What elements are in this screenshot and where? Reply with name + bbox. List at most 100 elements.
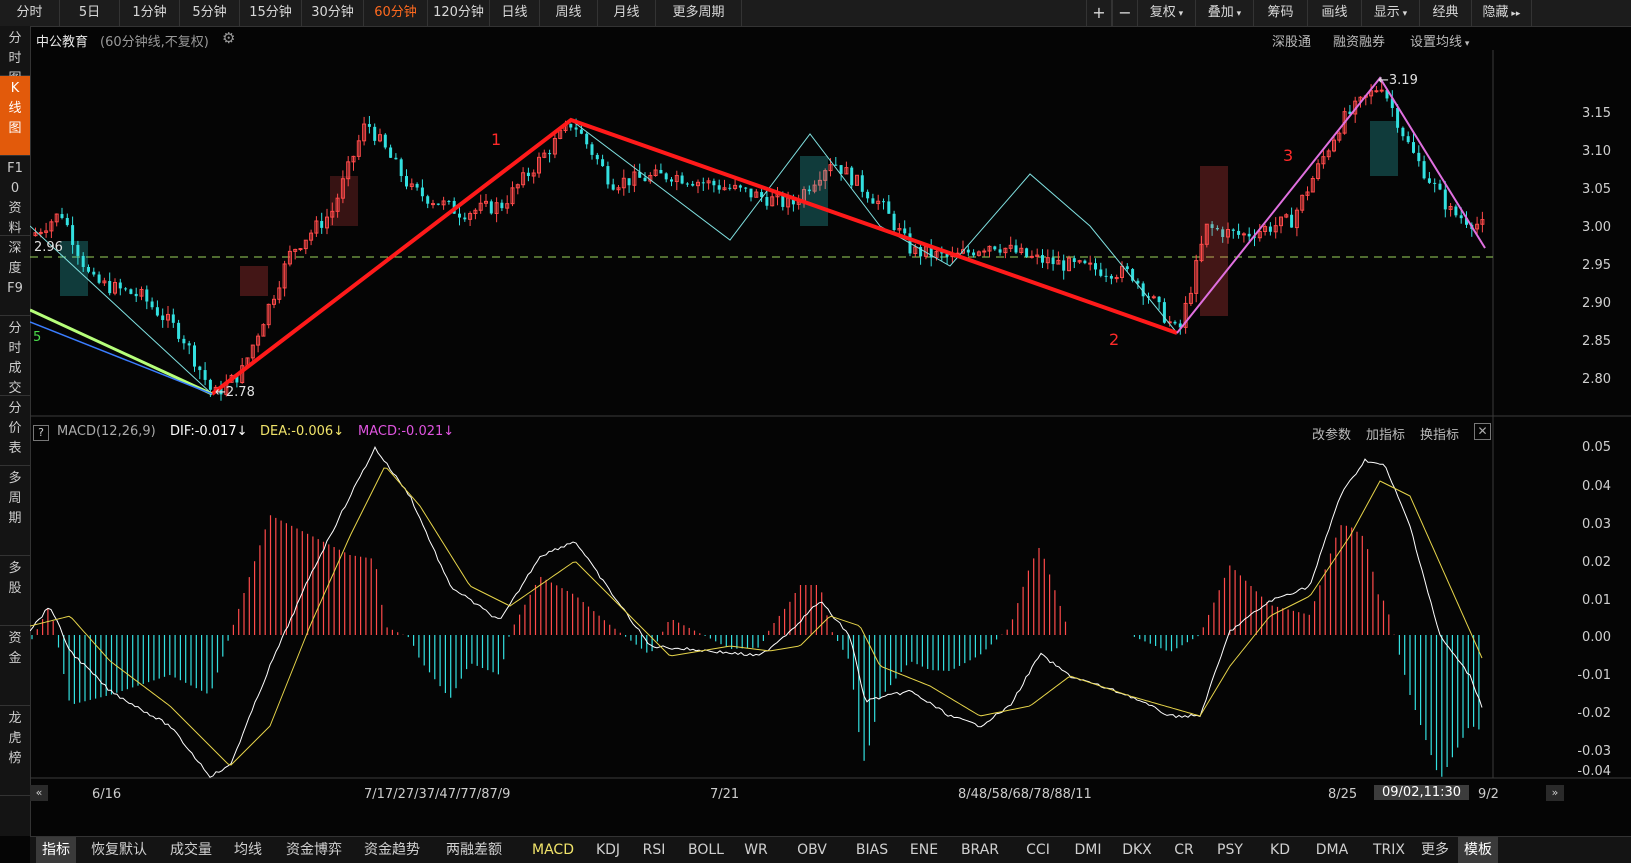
indicator-tab-1[interactable]: 恢复默认 bbox=[86, 837, 152, 863]
candle-body bbox=[1109, 275, 1113, 279]
period-tab-5[interactable]: 30分钟 bbox=[302, 0, 364, 26]
indicator-tab-15[interactable]: BRAR bbox=[954, 837, 1006, 863]
indicator-tab-19[interactable]: CR bbox=[1166, 837, 1202, 863]
sidebar-item-7[interactable]: 多股 bbox=[0, 556, 30, 626]
switch-indicator-link[interactable]: 换指标 bbox=[1420, 424, 1459, 443]
low-price-value: 2.78 bbox=[225, 385, 255, 400]
candle-body bbox=[1029, 255, 1034, 258]
sidebar-item-8[interactable]: 资金 bbox=[0, 626, 30, 706]
candle-body bbox=[161, 315, 165, 321]
sidebar-item-4[interactable]: 分时成交 bbox=[0, 316, 30, 396]
change-params-link[interactable]: 改参数 bbox=[1312, 424, 1351, 443]
candle-body bbox=[97, 274, 101, 283]
help-icon[interactable]: ? bbox=[33, 425, 49, 441]
sidebar-item-3[interactable]: 深度F9 bbox=[0, 236, 30, 316]
candle-body bbox=[399, 159, 403, 177]
indicator-tab-5[interactable]: 资金趋势 bbox=[360, 837, 424, 863]
scroll-left-icon[interactable]: « bbox=[30, 785, 48, 801]
period-tab-4[interactable]: 15分钟 bbox=[240, 0, 302, 26]
period-tab-7[interactable]: 120分钟 bbox=[428, 0, 490, 26]
toolbar-btn-0[interactable]: 复权 ▾ bbox=[1138, 0, 1196, 26]
toolbar-btn-1[interactable]: 叠加 ▾ bbox=[1196, 0, 1254, 26]
indicator-tab-9[interactable]: RSI bbox=[636, 837, 672, 863]
candle-body bbox=[129, 289, 133, 294]
indicator-tab-4[interactable]: 资金博弈 bbox=[282, 837, 346, 863]
macd-tick: 0.00 bbox=[1582, 630, 1611, 645]
indicator-tab-12[interactable]: OBV bbox=[790, 837, 834, 863]
indicator-tab-21[interactable]: KD bbox=[1262, 837, 1298, 863]
candlestick-series bbox=[33, 82, 1485, 401]
plus-icon[interactable]: + bbox=[1086, 0, 1112, 26]
period-tab-8[interactable]: 日线 bbox=[490, 0, 540, 26]
period-tab-0[interactable]: 分时 bbox=[0, 0, 60, 26]
candle-body bbox=[712, 180, 716, 186]
toolbar-btn-5[interactable]: 经典 bbox=[1420, 0, 1472, 26]
macd-tick: -0.01 bbox=[1577, 668, 1611, 683]
indicator-tab-23[interactable]: TRIX bbox=[1366, 837, 1412, 863]
indicator-tab-18[interactable]: DKX bbox=[1116, 837, 1158, 863]
indicator-tab-20[interactable]: PSY bbox=[1212, 837, 1248, 863]
candle-body bbox=[1454, 206, 1458, 216]
close-icon[interactable]: ✕ bbox=[1474, 423, 1491, 440]
candle-body bbox=[65, 217, 69, 226]
price-tick: 3.10 bbox=[1582, 144, 1611, 159]
candle-body bbox=[1099, 269, 1103, 276]
indicator-tab-17[interactable]: DMI bbox=[1070, 837, 1106, 863]
indicator-tab-16[interactable]: CCI bbox=[1018, 837, 1058, 863]
toolbar-btn-label: 筹码 bbox=[1267, 5, 1294, 20]
indicator-tab-2[interactable]: 成交量 bbox=[166, 837, 216, 863]
period-tab-11[interactable]: 更多周期 bbox=[656, 0, 742, 26]
period-tab-9[interactable]: 周线 bbox=[540, 0, 598, 26]
sidebar-item-9[interactable]: 龙虎榜 bbox=[0, 706, 30, 796]
candle-body bbox=[627, 178, 631, 186]
toolbar-btn-3[interactable]: 画线 bbox=[1308, 0, 1362, 26]
sidebar-item-5[interactable]: 分价表 bbox=[0, 396, 30, 466]
scroll-right-icon[interactable]: » bbox=[1546, 785, 1564, 801]
period-tab-2[interactable]: 1分钟 bbox=[120, 0, 180, 26]
period-tab-6[interactable]: 60分钟 bbox=[364, 0, 428, 26]
indicator-tab-14[interactable]: ENE bbox=[904, 837, 944, 863]
candle-body bbox=[765, 196, 769, 206]
period-tab-1[interactable]: 5日 bbox=[60, 0, 120, 26]
candle-body bbox=[1427, 178, 1431, 183]
candle-body bbox=[405, 176, 408, 187]
chevron-down-icon: ▾ bbox=[1175, 9, 1184, 19]
sidebar-item-2[interactable]: F10资料 bbox=[0, 156, 30, 236]
highlight-zone bbox=[1200, 166, 1228, 316]
period-tab-10[interactable]: 月线 bbox=[598, 0, 656, 26]
toolbar-btn-2[interactable]: 筹码 bbox=[1254, 0, 1308, 26]
indicator-tab-25[interactable]: 模板 bbox=[1458, 837, 1498, 863]
minus-icon[interactable]: − bbox=[1112, 0, 1138, 26]
period-tab-3[interactable]: 5分钟 bbox=[180, 0, 240, 26]
indicator-tab-7[interactable]: MACD bbox=[526, 837, 580, 863]
toolbar-btn-6[interactable]: 隐藏 ▸▸ bbox=[1472, 0, 1532, 26]
arrow-down-icon: ↓ bbox=[443, 424, 455, 439]
add-indicator-link[interactable]: 加指标 bbox=[1366, 424, 1405, 443]
sidebar-item-1[interactable]: K线图 bbox=[0, 76, 30, 156]
candle-body bbox=[701, 182, 705, 184]
candle-body bbox=[155, 307, 159, 316]
macd-tick: 0.02 bbox=[1582, 555, 1611, 570]
candle-body bbox=[526, 172, 530, 177]
toolbar-btn-label: 复权 bbox=[1149, 5, 1176, 20]
indicator-tab-22[interactable]: DMA bbox=[1310, 837, 1354, 863]
candle-body bbox=[38, 231, 43, 234]
highlight-zone bbox=[1370, 121, 1398, 176]
indicator-tab-3[interactable]: 均线 bbox=[230, 837, 266, 863]
indicator-tab-11[interactable]: WR bbox=[734, 837, 778, 863]
macd-tick: 0.01 bbox=[1582, 593, 1611, 608]
candle-body bbox=[717, 185, 721, 190]
candle-body bbox=[579, 129, 583, 134]
candle-body bbox=[728, 187, 732, 189]
indicator-tab-6[interactable]: 两融差额 bbox=[442, 837, 506, 863]
indicator-tab-8[interactable]: KDJ bbox=[590, 837, 626, 863]
indicator-tab-24[interactable]: 更多 bbox=[1418, 837, 1452, 863]
sidebar-item-0[interactable]: 分时图 bbox=[0, 26, 30, 86]
indicator-tab-10[interactable]: BOLL bbox=[684, 837, 728, 863]
macd-histogram bbox=[31, 515, 1480, 777]
indicator-tab-13[interactable]: BIAS bbox=[848, 837, 896, 863]
candle-body bbox=[198, 366, 202, 371]
sidebar-item-6[interactable]: 多周期 bbox=[0, 466, 30, 556]
indicator-tab-0[interactable]: 指标 bbox=[36, 837, 76, 863]
toolbar-btn-4[interactable]: 显示 ▾ bbox=[1362, 0, 1420, 26]
